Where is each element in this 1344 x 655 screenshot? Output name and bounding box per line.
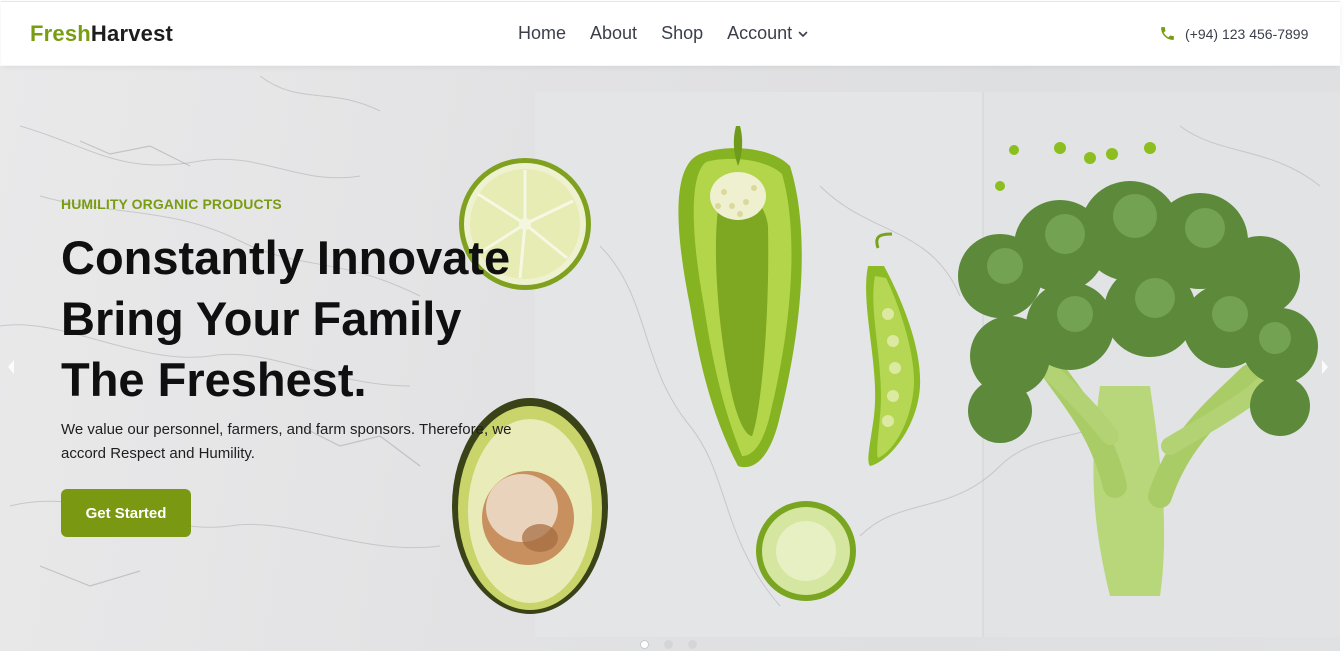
nav-link-about[interactable]: About [590, 23, 637, 44]
nav-link-account[interactable]: Account [727, 23, 809, 44]
nav-link-shop[interactable]: Shop [661, 23, 703, 44]
slider-dot-2[interactable] [664, 640, 673, 649]
chevron-down-icon [798, 31, 808, 37]
phone-number: (+94) 123 456-7899 [1185, 25, 1309, 42]
hero-headline-line-1: Constantly Innovate [61, 231, 511, 284]
slider-next-arrow-icon[interactable] [1319, 358, 1331, 376]
slider-dot-3[interactable] [688, 640, 697, 649]
brand-logo[interactable]: FreshHarvest [30, 21, 173, 47]
hero-headline-line-2: Bring Your Family [61, 292, 462, 345]
hero-eyebrow: HUMILITY ORGANIC PRODUCTS [61, 196, 282, 212]
slider-prev-arrow-icon[interactable] [5, 358, 17, 376]
main-nav: Home About Shop Account [518, 23, 833, 44]
slider-pagination [640, 640, 712, 649]
page-bottom-divider [0, 651, 1344, 655]
nav-link-home[interactable]: Home [518, 23, 566, 44]
site-header: FreshHarvest Home About Shop Account (+9… [1, 1, 1340, 65]
hero-headline: Constantly Innovate Bring Your Family Th… [61, 227, 541, 410]
header-phone[interactable]: (+94) 123 456-7899 [1159, 25, 1308, 42]
slider-dot-1[interactable] [640, 640, 649, 649]
nav-link-account-label: Account [727, 23, 793, 43]
brand-logo-harvest: Harvest [90, 21, 174, 46]
cucumber-slice-image [756, 501, 856, 601]
brand-logo-fresh: Fresh [30, 21, 91, 46]
hero-slider: HUMILITY ORGANIC PRODUCTS Constantly Inn… [0, 66, 1340, 651]
hero-headline-line-3: The Freshest. [61, 353, 367, 406]
get-started-button[interactable]: Get Started [61, 489, 191, 537]
phone-icon [1161, 27, 1174, 40]
hero-description: We value our personnel, farmers, and far… [61, 421, 512, 462]
